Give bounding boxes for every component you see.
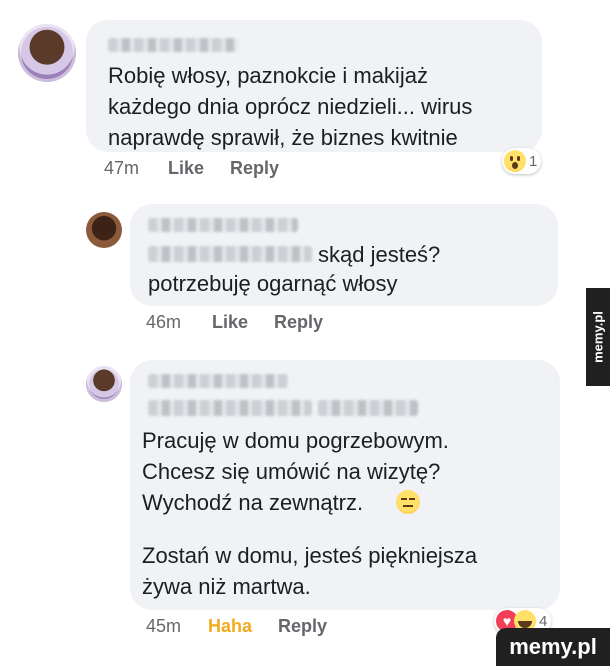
blurred-author-name xyxy=(108,38,238,52)
reaction-summary[interactable]: 1 xyxy=(502,148,542,174)
expressionless-emoji-icon xyxy=(396,490,420,514)
comment-text-second-paragraph: Zostań w domu, jesteś piękniejsza żywa n… xyxy=(142,543,478,599)
reaction-count: 4 xyxy=(539,612,548,630)
reply-button[interactable]: Reply xyxy=(278,616,327,637)
comment-bubble: skąd jesteś? potrzebuję ogarnąć włosy xyxy=(130,204,558,306)
commenter-avatar[interactable] xyxy=(86,212,122,248)
like-button[interactable]: Like xyxy=(168,158,204,179)
blurred-mention xyxy=(148,400,312,416)
reaction-count: 1 xyxy=(529,152,538,170)
like-button[interactable]: Like xyxy=(212,312,248,333)
reply-button[interactable]: Reply xyxy=(274,312,323,333)
blurred-author-name xyxy=(148,374,288,388)
comment-text: Robię włosy, paznokcie i makijaż każdego… xyxy=(108,63,473,150)
comment-timestamp: 45m xyxy=(146,616,182,636)
haha-reaction-button[interactable]: Haha xyxy=(208,616,252,637)
comment-timestamp: 46m xyxy=(146,312,182,332)
blurred-mention xyxy=(148,246,312,262)
comment-bubble: Pracuję w domu pogrzebowym. Chcesz się u… xyxy=(130,360,560,610)
side-watermark: memy.pl xyxy=(586,288,610,386)
comment-text: potrzebuję ogarnąć włosy xyxy=(148,271,398,296)
blurred-mention xyxy=(318,400,418,416)
commenter-avatar[interactable] xyxy=(18,24,76,82)
blurred-author-name xyxy=(148,218,298,232)
bottom-watermark: memy.pl xyxy=(496,628,610,666)
comment-timestamp: 47m xyxy=(104,158,140,178)
commenter-avatar[interactable] xyxy=(86,366,122,402)
comment-inline-text: skąd jesteś? xyxy=(318,242,441,267)
comment-bubble: Robię włosy, paznokcie i makijaż każdego… xyxy=(86,20,542,152)
wow-reaction-icon xyxy=(504,150,526,172)
reply-button[interactable]: Reply xyxy=(230,158,279,179)
